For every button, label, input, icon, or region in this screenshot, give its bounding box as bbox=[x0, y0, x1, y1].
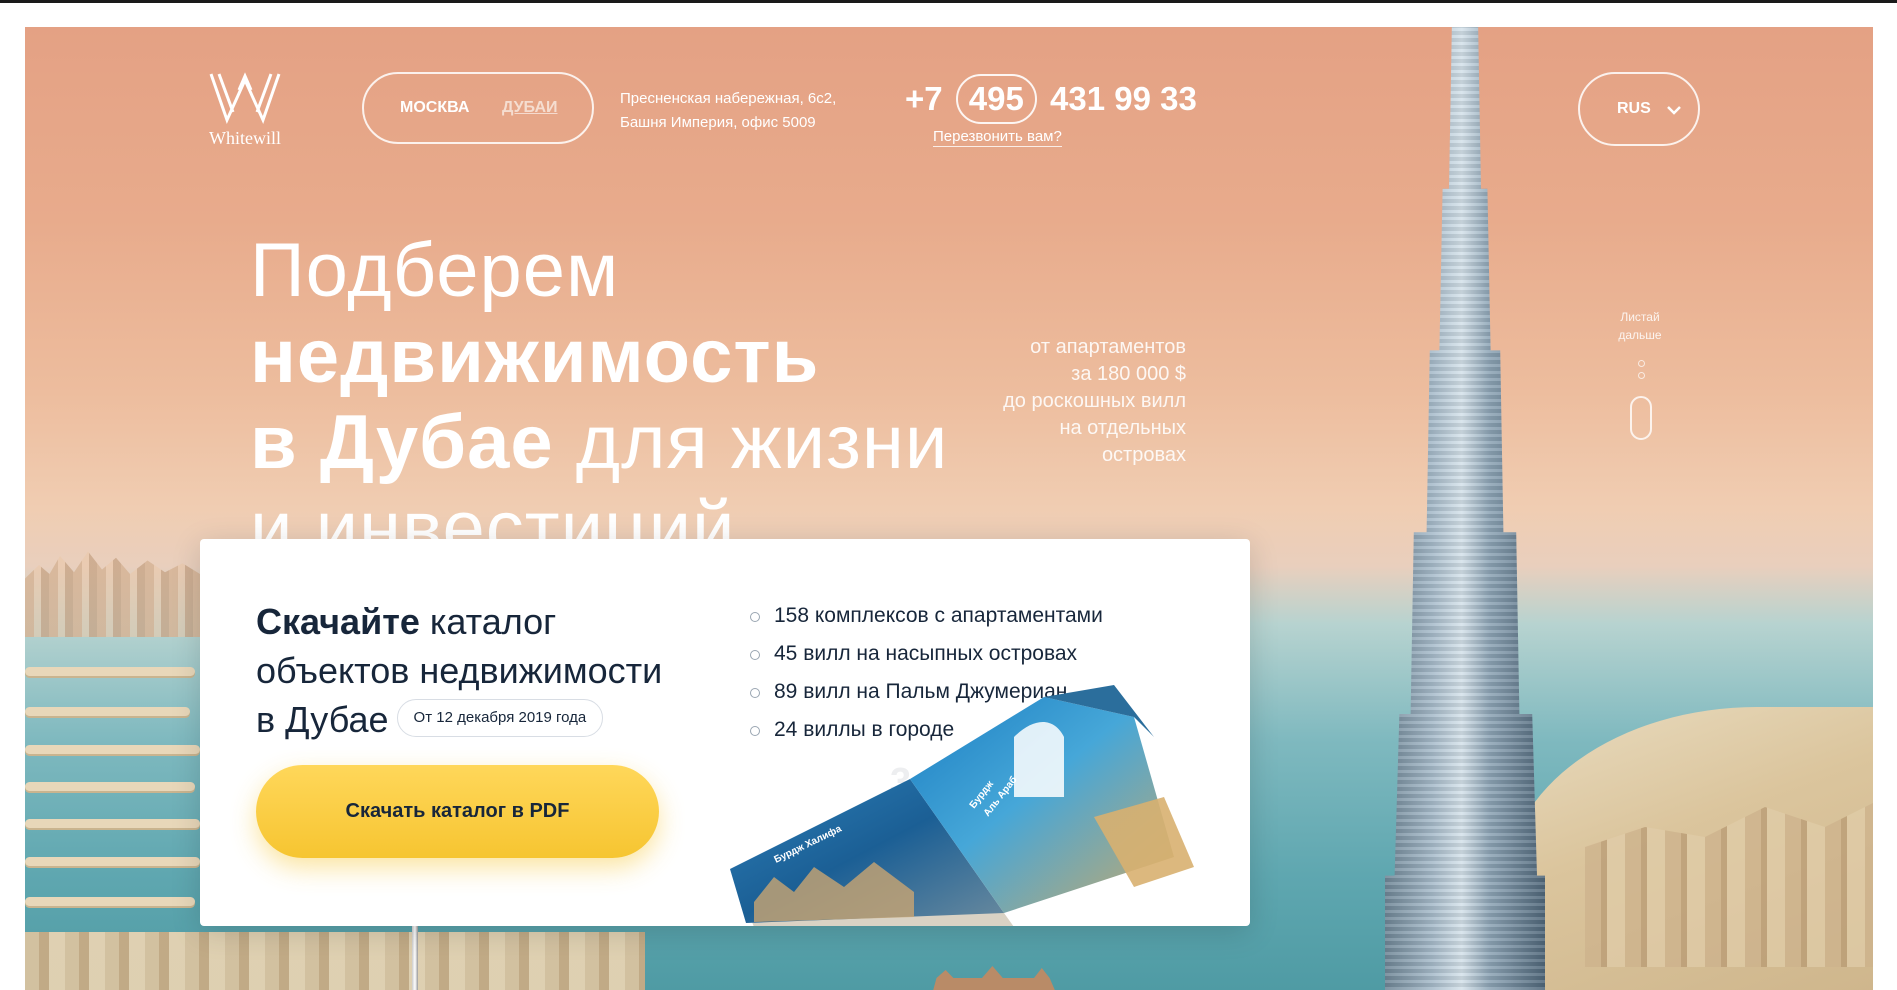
tower-texture bbox=[1385, 27, 1545, 990]
catalog-date-badge: От 12 декабря 2019 года bbox=[396, 699, 604, 738]
address-line: Башня Империя, офис 5009 bbox=[620, 114, 816, 131]
chevron-down-icon bbox=[1667, 106, 1681, 115]
palm-island-frond bbox=[25, 857, 200, 866]
hero-headline: Подберем недвижимость в Дубае для жизни … bbox=[250, 228, 1010, 572]
bullet-icon bbox=[750, 612, 760, 622]
scroll-hint-text: Листай bbox=[1620, 310, 1660, 324]
palm-island-frond bbox=[25, 897, 195, 906]
phone-prefix: +7 bbox=[905, 80, 943, 117]
range-line: на отдельных bbox=[1059, 417, 1186, 439]
city-dubai-link[interactable]: ДУБАИ bbox=[502, 99, 558, 117]
headline-line-1: Подберем недвижимость bbox=[250, 228, 1010, 400]
palm-island-frond bbox=[25, 782, 195, 791]
stat-text: 45 вилл на насыпных островах bbox=[774, 642, 1078, 665]
language-label: RUS bbox=[1617, 100, 1651, 117]
headline-text: для жизни bbox=[553, 400, 949, 485]
logo[interactable]: Whitewill bbox=[200, 68, 290, 150]
scroll-dot bbox=[1638, 372, 1645, 379]
phone-number[interactable]: +7 495 431 99 33 bbox=[905, 74, 1197, 124]
scroll-hint: Листай дальше bbox=[1600, 308, 1680, 344]
whitewill-logo-icon bbox=[209, 72, 281, 125]
headline-bold: недвижимость bbox=[250, 314, 820, 399]
headline-bold: в Дубае bbox=[250, 400, 554, 485]
range-line: за 180 000 $ bbox=[1071, 363, 1186, 385]
scroll-dot bbox=[1638, 360, 1645, 367]
list-item: 158 комплексов с апартаментами bbox=[750, 597, 1103, 635]
headline-line-2: в Дубае для жизни bbox=[250, 400, 1010, 486]
top-border bbox=[0, 0, 1897, 3]
logo-text: Whitewill bbox=[209, 128, 281, 148]
office-address: Пресненская набережная, 6с2, Башня Импер… bbox=[620, 87, 836, 135]
city-switcher: МОСКВА ДУБАИ bbox=[362, 72, 594, 144]
city-moscow-link[interactable]: МОСКВА bbox=[400, 99, 469, 117]
stat-text: 158 комплексов с апартаментами bbox=[774, 604, 1103, 627]
phone-code: 495 bbox=[955, 74, 1037, 124]
palm-island-frond bbox=[25, 667, 195, 676]
language-selector[interactable]: RUS bbox=[1578, 72, 1700, 146]
range-line: от апартаментов bbox=[1030, 336, 1186, 358]
catalog-magazine-image: Бурдж Халифа Бурдж Аль Араб bbox=[730, 685, 1194, 926]
list-item: 45 вилл на насыпных островах bbox=[750, 635, 1103, 673]
range-line: островах bbox=[1101, 444, 1186, 466]
range-line: до роскошных вилл bbox=[1003, 390, 1186, 412]
palm-island-buildings bbox=[25, 932, 645, 990]
domed-building bbox=[930, 966, 1060, 990]
headline-text: Подберем bbox=[250, 228, 620, 313]
palm-island-frond bbox=[25, 819, 200, 828]
catalog-card: Скачайте каталог объектов недвижимости в… bbox=[200, 539, 1250, 926]
callback-link[interactable]: Перезвонить вам? bbox=[933, 128, 1062, 147]
price-range-note: от апартаментов за 180 000 $ до роскошны… bbox=[960, 334, 1186, 469]
catalog-title-text: каталог bbox=[419, 601, 557, 642]
scroll-hint-text: дальше bbox=[1618, 328, 1662, 342]
phone-digits: 431 99 33 bbox=[1050, 80, 1197, 117]
palm-island-frond bbox=[25, 745, 200, 754]
catalog-title-bold: Скачайте bbox=[256, 601, 420, 642]
bullet-icon bbox=[750, 650, 760, 660]
city-skyline-left bbox=[25, 551, 200, 637]
address-line: Пресненская набережная, 6с2, bbox=[620, 90, 837, 107]
catalog-title: Скачайте каталог объектов недвижимости в… bbox=[256, 597, 716, 744]
catalog-title-text: объектов недвижимости bbox=[256, 650, 663, 691]
palm-island-frond bbox=[25, 707, 190, 716]
catalog-title-text: в Дубае bbox=[256, 699, 389, 740]
mouse-scroll-icon bbox=[1630, 396, 1652, 440]
download-catalog-button[interactable]: Скачать каталог в PDF bbox=[256, 765, 659, 858]
